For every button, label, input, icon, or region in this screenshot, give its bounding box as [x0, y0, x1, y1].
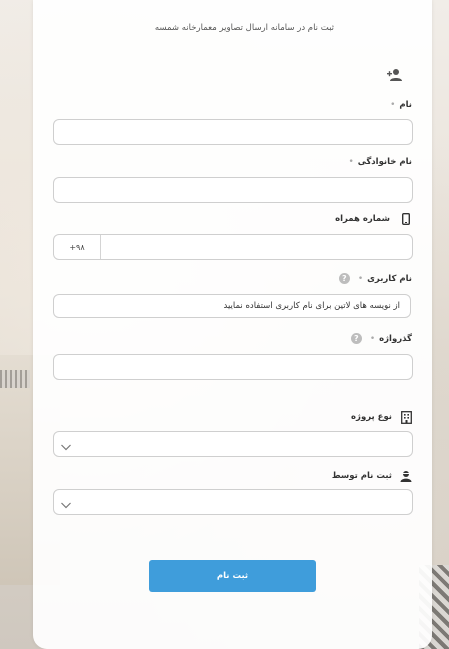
chevron-down-icon — [60, 438, 72, 451]
required-marker: • — [369, 333, 376, 344]
first-name-label: نام • — [390, 100, 412, 110]
project-type-select[interactable] — [53, 431, 413, 457]
building-icon — [400, 410, 412, 424]
password-input[interactable] — [53, 354, 413, 380]
username-label: نام کاربری • ? — [338, 273, 412, 284]
registered-by-select[interactable] — [53, 489, 413, 515]
registered-by-label: ثبت نام توسط — [332, 470, 412, 482]
chevron-down-icon — [60, 496, 72, 509]
password-label: گذرواژه • ? — [350, 333, 412, 344]
registration-card: ثبت نام در سامانه ارسال تصاویر معمارخانه… — [33, 0, 432, 649]
mobile-input[interactable]: +۹۸ — [53, 234, 413, 260]
add-user-icon — [386, 67, 402, 81]
project-type-label: نوع پروژه — [351, 410, 412, 424]
country-code-prefix: +۹۸ — [54, 235, 101, 259]
last-name-input[interactable] — [53, 177, 413, 203]
submit-button[interactable]: ثبت نام — [149, 560, 316, 592]
required-marker: • — [357, 273, 364, 284]
mobile-label: شماره همراه — [335, 213, 412, 225]
required-marker: • — [348, 157, 354, 167]
required-marker: • — [390, 100, 396, 110]
help-icon[interactable]: ? — [350, 333, 362, 344]
last-name-label: نام خانوادگی • — [348, 157, 412, 167]
username-input[interactable]: از نویسه های لاتین برای نام کاربری استفا… — [53, 294, 411, 318]
user-agent-icon — [400, 470, 412, 482]
mobile-phone-icon — [400, 213, 412, 225]
form-header: ثبت نام در سامانه ارسال تصاویر معمارخانه… — [154, 23, 334, 33]
help-icon[interactable]: ? — [338, 273, 350, 284]
first-name-input[interactable] — [53, 119, 413, 145]
background-pattern — [0, 370, 30, 388]
username-placeholder: از نویسه های لاتین برای نام کاربری استفا… — [223, 301, 401, 311]
